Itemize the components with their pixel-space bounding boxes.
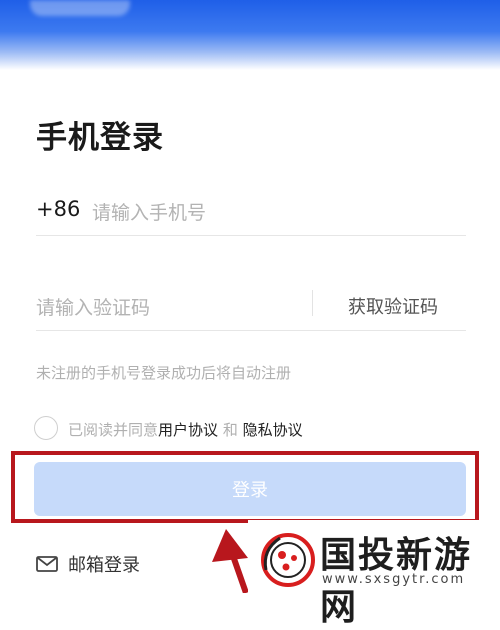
field-divider <box>312 290 313 316</box>
watermark: 国投新游网 www.sxsgytr.com <box>248 520 500 628</box>
email-login-button[interactable]: 邮箱登录 <box>36 552 140 576</box>
privacy-agreement-link[interactable]: 隐私协议 <box>243 421 303 439</box>
phone-row: +86 请输入手机号 <box>36 185 466 236</box>
auto-register-hint: 未注册的手机号登录成功后将自动注册 <box>36 364 292 382</box>
agreement-and: 和 <box>222 421 238 439</box>
agreement-prefix: 已阅读并同意 <box>68 421 159 439</box>
phone-input[interactable]: 请输入手机号 <box>92 198 206 225</box>
get-code-button[interactable]: 获取验证码 <box>348 293 438 319</box>
agree-radio[interactable] <box>34 416 58 440</box>
highlight-annotation-box <box>11 451 479 523</box>
watermark-url: www.sxsgytr.com <box>322 572 466 587</box>
banner-logo-blur <box>30 0 130 16</box>
user-agreement-link[interactable]: 用户协议 <box>158 421 218 439</box>
mail-icon <box>36 556 58 572</box>
country-code-selector[interactable]: +86 <box>36 197 80 221</box>
top-banner <box>0 0 500 70</box>
verification-code-input[interactable]: 请输入验证码 <box>36 293 150 320</box>
page-title: 手机登录 <box>36 120 164 156</box>
agreement-text: 已阅读并同意用户协议 和 隐私协议 <box>68 419 303 440</box>
code-row: 请输入验证码 获取验证码 <box>36 280 466 331</box>
watermark-logo <box>261 533 315 587</box>
email-login-label: 邮箱登录 <box>68 555 140 576</box>
